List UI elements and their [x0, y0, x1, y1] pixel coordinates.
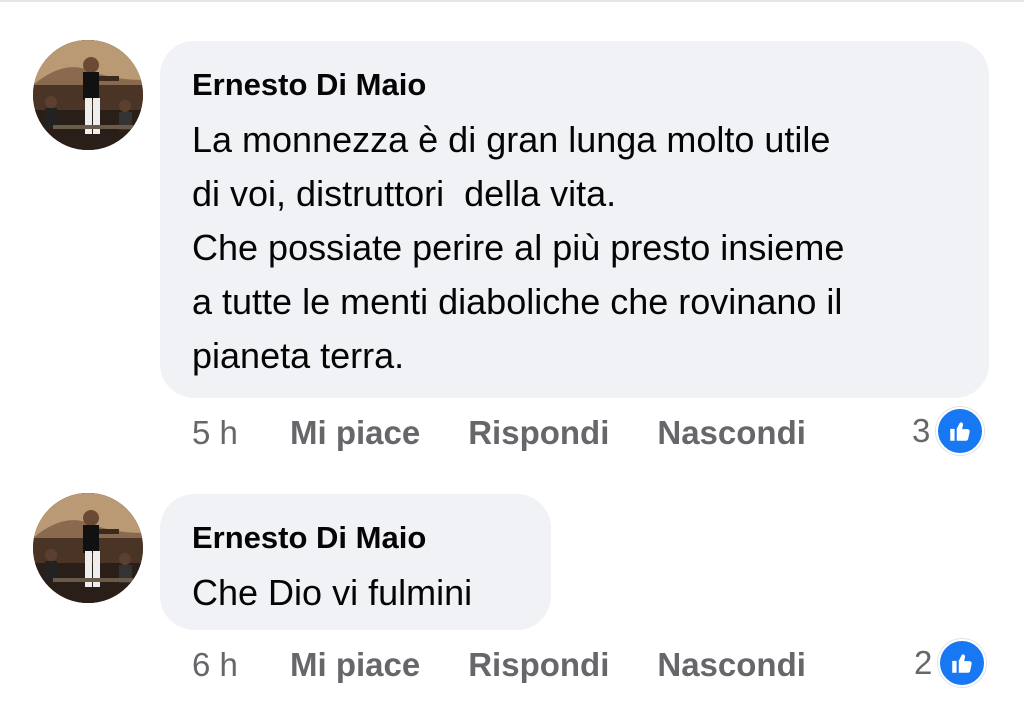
like-button[interactable]: Mi piace — [290, 414, 420, 452]
comment-bubble: Ernesto Di Maio La monnezza è di gran lu… — [160, 41, 989, 398]
reactions-summary[interactable]: 2 — [914, 639, 987, 687]
comments-page: Ernesto Di Maio La monnezza è di gran lu… — [0, 0, 1024, 725]
reaction-count: 3 — [912, 412, 931, 449]
reply-button[interactable]: Rispondi — [468, 646, 609, 684]
comment-actions: 5 h Mi piace Rispondi Nascondi — [192, 411, 854, 455]
comment-timestamp[interactable]: 5 h — [192, 414, 290, 452]
comment-author[interactable]: Ernesto Di Maio — [192, 518, 517, 558]
comment-bubble: Ernesto Di Maio Che Dio vi fulmini — [160, 494, 551, 630]
hide-button[interactable]: Nascondi — [657, 414, 806, 452]
comment-text: La monnezza è di gran lunga molto utile … — [192, 119, 845, 376]
like-button[interactable]: Mi piace — [290, 646, 420, 684]
like-icon — [938, 639, 987, 687]
comment-author[interactable]: Ernesto Di Maio — [192, 65, 955, 105]
reaction-count: 2 — [914, 644, 933, 681]
reply-button[interactable]: Rispondi — [468, 414, 609, 452]
like-icon — [936, 407, 985, 455]
comment-text: Che Dio vi fulmini — [192, 572, 473, 613]
comment-timestamp[interactable]: 6 h — [192, 646, 290, 684]
divider — [0, 0, 1024, 2]
hide-button[interactable]: Nascondi — [657, 646, 806, 684]
avatar[interactable] — [33, 40, 143, 150]
reactions-summary[interactable]: 3 — [912, 407, 985, 455]
comment-actions: 6 h Mi piace Rispondi Nascondi — [192, 643, 854, 687]
avatar[interactable] — [33, 493, 143, 603]
